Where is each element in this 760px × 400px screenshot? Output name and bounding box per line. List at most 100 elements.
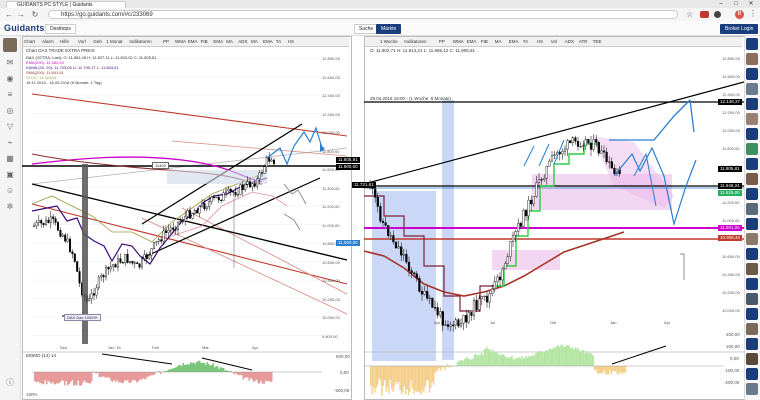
candle-body (522, 210, 525, 227)
oscillator-bar (395, 366, 397, 382)
list-icon[interactable]: ≡ (4, 90, 16, 100)
chart-icon[interactable]: ⌁ (4, 138, 16, 148)
follow-avatar[interactable] (746, 338, 758, 350)
browser-menu-icon[interactable]: ⋮ (749, 9, 757, 18)
candle-body (203, 203, 206, 210)
candle-body (550, 155, 554, 162)
follow-avatar[interactable] (746, 368, 758, 380)
extension-2-icon[interactable] (714, 11, 721, 18)
follow-avatar[interactable] (746, 278, 758, 290)
follow-avatar[interactable] (746, 98, 758, 110)
follow-avatar[interactable] (746, 308, 758, 320)
follow-avatar[interactable] (746, 38, 758, 50)
back-icon[interactable]: ← (4, 10, 14, 19)
markets-button[interactable]: Märkte (376, 24, 402, 34)
oscillator-bar (542, 351, 544, 366)
oscillator-bar (570, 348, 572, 366)
candle-body (561, 150, 564, 155)
forward-icon[interactable]: → (16, 10, 26, 19)
follow-avatar[interactable] (746, 353, 758, 365)
people-icon[interactable]: ☺ (4, 186, 16, 196)
follow-avatar[interactable] (746, 143, 758, 155)
follow-avatar[interactable] (746, 263, 758, 275)
broker-login-button[interactable]: Broker Login (720, 24, 759, 34)
momentum-bar (83, 372, 85, 381)
bookmark-star-icon[interactable]: ☆ (686, 10, 693, 19)
oscillator-bar (372, 366, 375, 388)
oscillator-bar (608, 366, 610, 375)
follow-avatar[interactable] (746, 293, 758, 305)
momentum-bar (103, 372, 105, 377)
filter-icon[interactable]: ▽ (4, 122, 16, 132)
oscillator-bar (532, 354, 534, 366)
candle-body (92, 293, 95, 296)
oscillator-bar (465, 358, 467, 366)
left-y-tick: 12.800,00 (322, 56, 340, 61)
minimize-icon[interactable]: – (714, 0, 728, 8)
info-icon[interactable]: ⓘ (4, 378, 16, 388)
right-chart-svg[interactable] (364, 36, 744, 400)
calendar-icon[interactable]: ▣ (4, 170, 16, 180)
follow-avatar[interactable] (746, 128, 758, 140)
grid-icon[interactable]: ▦ (4, 154, 16, 164)
left-indicator-title: MOMO (14) 14 (26, 353, 57, 358)
follow-avatar[interactable] (746, 113, 758, 125)
app-logo: Guidants (4, 23, 45, 33)
oscillator-bar (581, 349, 583, 366)
candle-body (32, 225, 35, 227)
browser-tab[interactable]: GUIDANTS PC STYLE | Guidants (6, 1, 126, 8)
oscillator-bar (456, 361, 459, 366)
oscillator-bar (507, 356, 509, 366)
momentum-bar (199, 360, 201, 372)
follow-avatar[interactable] (746, 323, 758, 335)
momentum-bar (88, 372, 90, 383)
follow-avatar[interactable] (746, 158, 758, 170)
follow-avatar[interactable] (746, 233, 758, 245)
notification-icon[interactable]: ◉ (4, 74, 16, 84)
search-button[interactable]: Suche (354, 24, 379, 34)
momentum-bar (49, 372, 51, 382)
candle-body (241, 184, 244, 191)
close-window-icon[interactable]: ✕ (744, 0, 758, 8)
follow-avatar[interactable] (746, 383, 758, 395)
oscillator-bar (563, 346, 565, 366)
candle-body (553, 154, 556, 156)
oscillator-bar (622, 366, 624, 374)
oscillator-bar (480, 352, 482, 366)
profile-avatar[interactable]: B (735, 10, 744, 19)
zoom-level[interactable]: 100% (26, 392, 38, 397)
candle-body (200, 203, 203, 207)
desktops-button[interactable]: Desktops (45, 24, 76, 34)
momentum-bar (218, 368, 220, 372)
oscillator-bar (388, 366, 390, 394)
chat-icon[interactable]: ✉ (4, 58, 16, 68)
candle-body (140, 258, 143, 268)
follow-avatar[interactable] (746, 248, 758, 260)
candle-body (605, 151, 608, 163)
candle-body (483, 295, 486, 298)
follow-avatar[interactable] (746, 68, 758, 80)
follow-avatar[interactable] (746, 188, 758, 200)
momentum-bar (79, 372, 81, 386)
extension-icon[interactable] (700, 11, 709, 18)
url-input[interactable]: https://go.guidants.com/#c/233069 (48, 10, 678, 19)
candle-body (543, 177, 546, 180)
user-avatar[interactable] (3, 38, 17, 52)
oscillator-bar (587, 353, 589, 366)
maximize-icon[interactable]: □ (729, 0, 743, 8)
watch-icon[interactable]: ◎ (4, 106, 16, 116)
momentum-bar (58, 372, 60, 384)
follow-avatar[interactable] (746, 203, 758, 215)
momentum-bar (217, 366, 219, 372)
settings-icon[interactable]: ✲ (4, 202, 16, 212)
reload-icon[interactable]: ↻ (30, 10, 40, 19)
follow-avatar[interactable] (746, 83, 758, 95)
momentum-bar (154, 372, 156, 375)
follow-avatar[interactable] (746, 218, 758, 230)
candle-body (602, 150, 606, 153)
candle-body (212, 196, 215, 199)
momentum-bar (77, 372, 79, 381)
follow-avatar[interactable] (746, 173, 758, 185)
candle-body (405, 253, 408, 263)
follow-avatar[interactable] (746, 53, 758, 65)
